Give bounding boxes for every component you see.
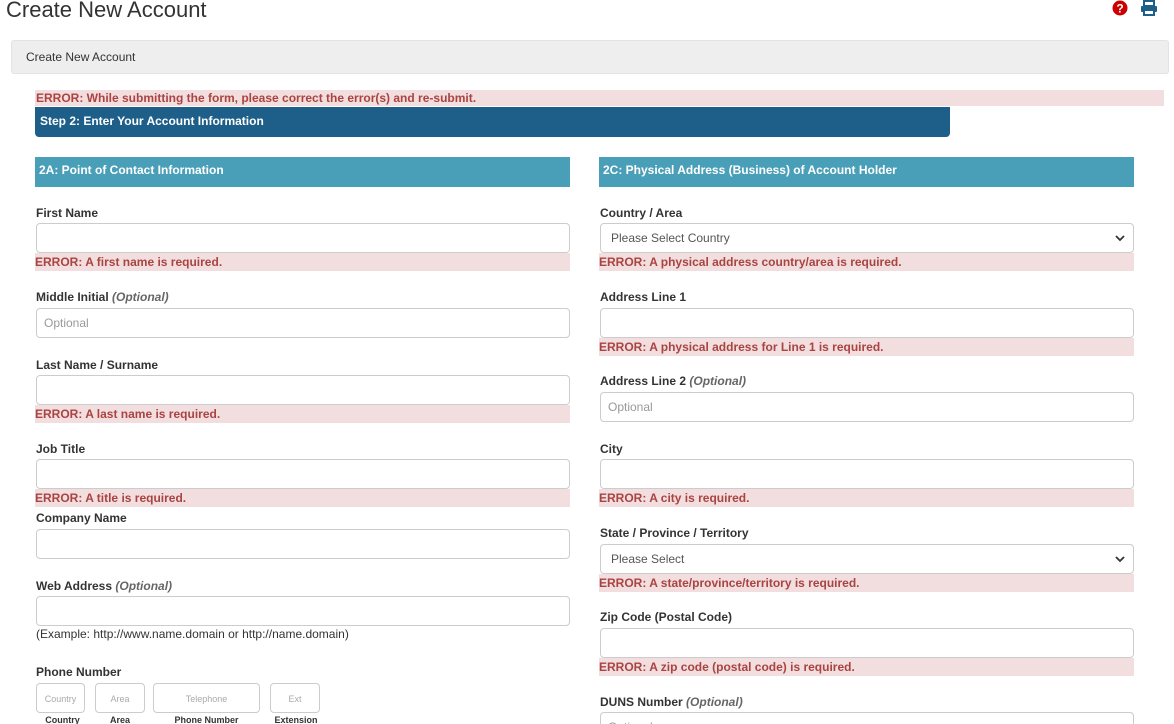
middle-initial-label-text: Middle Initial	[36, 290, 109, 304]
last-name-label: Last Name / Surname	[36, 358, 159, 372]
job-title-label: Job Title	[36, 442, 86, 456]
optional-tag: (Optional)	[115, 579, 173, 593]
company-name-input[interactable]	[36, 529, 570, 559]
print-icon[interactable]	[1140, 0, 1158, 16]
address-line-1-label: Address Line 1	[600, 290, 687, 304]
country-label: Country / Area	[600, 206, 683, 220]
state-select[interactable]: Please Select	[600, 544, 1134, 574]
zip-code-label: Zip Code (Postal Code)	[600, 610, 732, 624]
phone-extension-caption: Extension	[274, 715, 318, 724]
first-name-label: First Name	[36, 206, 99, 220]
breadcrumb-item: Create New Account	[26, 50, 136, 64]
middle-initial-input[interactable]: Optional	[36, 308, 570, 338]
page-title: Create New Account	[6, 0, 207, 22]
web-address-label: Web Address (Optional)	[36, 579, 172, 593]
city-input[interactable]	[600, 459, 1134, 489]
phone-extension-input[interactable]: Ext	[270, 683, 320, 713]
duns-number-label: DUNS Number (Optional)	[600, 695, 743, 709]
state-label: State / Province / Territory	[600, 526, 749, 540]
phone-area-caption: Area	[109, 715, 130, 724]
chevron-down-icon	[1115, 232, 1125, 247]
zip-code-input[interactable]	[600, 628, 1134, 658]
state-error: ERROR: A state/province/territory is req…	[599, 574, 1134, 592]
section-heading-address: 2C: Physical Address (Business) of Accou…	[599, 157, 1134, 187]
duns-number-input[interactable]: Optional	[600, 712, 1134, 724]
section-heading-contact: 2A: Point of Contact Information	[35, 157, 570, 187]
address-line-2-label-text: Address Line 2	[600, 374, 687, 388]
phone-number-label: Phone Number	[36, 665, 122, 679]
phone-country-caption: Country	[45, 715, 80, 724]
help-icon[interactable]: ?	[1112, 0, 1128, 16]
step-header: Step 2: Enter Your Account Information	[35, 107, 950, 137]
web-address-input[interactable]	[36, 596, 570, 626]
last-name-input[interactable]	[36, 375, 570, 405]
country-select[interactable]: Please Select Country	[600, 223, 1134, 253]
phone-number-caption: Phone Number	[174, 715, 239, 724]
city-label: City	[600, 442, 623, 456]
address-line-1-input[interactable]	[600, 308, 1134, 338]
svg-text:?: ?	[1116, 2, 1123, 16]
city-error: ERROR: A city is required.	[599, 489, 1134, 507]
address-line-2-label: Address Line 2 (Optional)	[600, 374, 746, 388]
company-name-label: Company Name	[36, 511, 127, 525]
address-line-2-input[interactable]: Optional	[600, 392, 1134, 422]
middle-initial-label: Middle Initial (Optional)	[36, 290, 169, 304]
web-address-label-text: Web Address	[36, 579, 113, 593]
job-title-input[interactable]	[36, 459, 570, 489]
last-name-error: ERROR: A last name is required.	[35, 405, 570, 423]
country-select-value: Please Select Country	[611, 231, 730, 245]
optional-tag: (Optional)	[689, 374, 747, 388]
breadcrumb: Create New Account	[11, 40, 1169, 74]
zip-code-error: ERROR: A zip code (postal code) is requi…	[599, 658, 1134, 676]
optional-tag: (Optional)	[112, 290, 169, 304]
address-line-1-error: ERROR: A physical address for Line 1 is …	[599, 338, 1134, 356]
first-name-error: ERROR: A first name is required.	[35, 253, 570, 271]
phone-area-input[interactable]: Area	[95, 683, 145, 713]
form-error-banner: ERROR: While submitting the form, please…	[35, 90, 1164, 106]
web-address-hint: (Example: http://www.name.domain or http…	[36, 627, 349, 641]
phone-country-input[interactable]: Country	[36, 683, 85, 713]
optional-tag: (Optional)	[686, 695, 743, 709]
phone-telephone-input[interactable]: Telephone	[153, 683, 260, 713]
state-select-value: Please Select	[611, 552, 685, 566]
chevron-down-icon	[1115, 553, 1125, 568]
duns-number-label-text: DUNS Number	[600, 695, 683, 709]
header-actions: ?	[1112, 0, 1158, 16]
job-title-error: ERROR: A title is required.	[35, 489, 570, 507]
country-error: ERROR: A physical address country/area i…	[599, 253, 1134, 271]
first-name-input[interactable]	[36, 223, 570, 253]
